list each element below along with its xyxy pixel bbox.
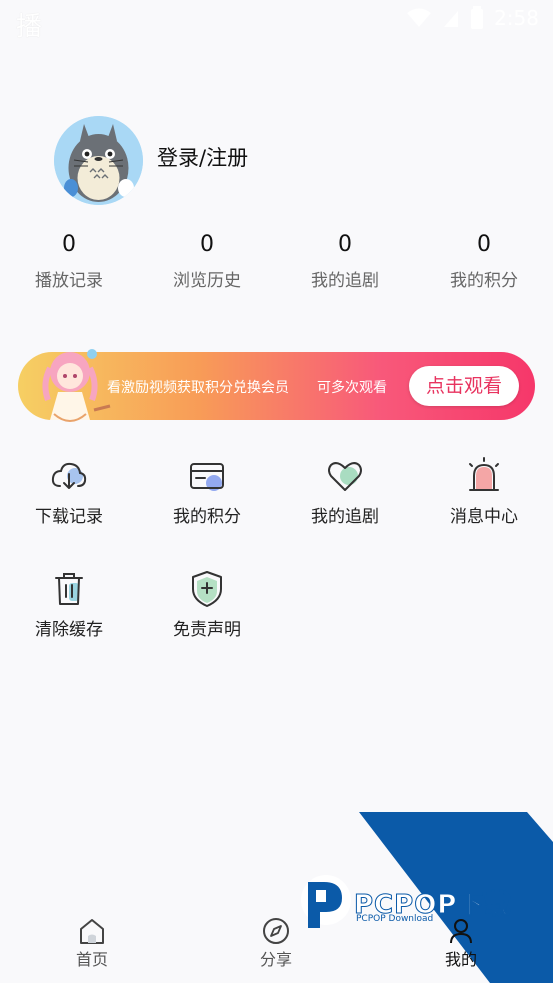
stat-label: 浏览历史 <box>173 271 241 291</box>
nav-mine[interactable]: 我的 <box>416 916 506 970</box>
battery-icon <box>471 6 484 29</box>
alarm-icon <box>469 457 499 491</box>
stat-count: 0 <box>200 232 214 257</box>
shield-plus-icon <box>192 571 222 607</box>
menu-label: 消息中心 <box>450 507 518 527</box>
signal-icon <box>444 11 459 27</box>
stat-points[interactable]: 0 我的积分 <box>424 232 544 292</box>
menu-my-points[interactable]: 我的积分 <box>147 456 267 528</box>
promo-banner[interactable]: 看激励视频获取积分兑换会员 可多次观看 点击观看 <box>18 349 535 422</box>
stat-label: 我的追剧 <box>311 271 379 291</box>
card-icon <box>190 463 224 491</box>
nav-label: 首页 <box>75 950 108 969</box>
menu-label: 免责声明 <box>173 620 241 640</box>
avatar[interactable] <box>54 116 143 205</box>
menu-label: 清除缓存 <box>35 620 103 640</box>
cloud-download-icon <box>51 462 87 489</box>
stat-following[interactable]: 0 我的追剧 <box>285 232 405 292</box>
stat-count: 0 <box>338 232 352 257</box>
promo-sub-text: 可多次观看 <box>317 380 387 396</box>
menu-label: 我的积分 <box>173 507 241 527</box>
stat-label: 播放记录 <box>35 271 103 291</box>
stat-count: 0 <box>477 232 491 257</box>
status-bar: 播 2:58 <box>0 0 553 42</box>
home-icon <box>80 919 104 944</box>
anime-girl-mascot <box>42 349 111 422</box>
wifi-icon <box>407 8 432 27</box>
stat-label: 我的积分 <box>450 271 518 291</box>
menu-label: 下载记录 <box>35 507 103 527</box>
menu-clear-cache[interactable]: 清除缓存 <box>9 569 129 641</box>
stats-row: 0 播放记录 0 浏览历史 0 我的追剧 0 我的积分 <box>0 232 553 302</box>
menu-disclaimer[interactable]: 免责声明 <box>147 569 267 641</box>
compass-icon <box>263 918 289 944</box>
nav-home[interactable]: 首页 <box>47 916 137 970</box>
bottom-navigation: 首页 分享 我的 <box>0 900 553 983</box>
stat-browse-history[interactable]: 0 浏览历史 <box>147 232 267 292</box>
status-time: 2:58 <box>494 6 539 30</box>
profile-icon <box>450 919 472 944</box>
heart-icon <box>328 462 362 491</box>
nav-label: 分享 <box>259 950 292 969</box>
nav-share[interactable]: 分享 <box>231 916 321 970</box>
watch-now-button[interactable]: 点击观看 <box>409 366 519 406</box>
stat-count: 0 <box>62 232 76 257</box>
promo-text: 看激励视频获取积分兑换会员 <box>107 380 289 396</box>
status-icons: 2:58 <box>406 6 539 30</box>
login-register-link[interactable]: 登录/注册 <box>157 142 248 172</box>
totoro-avatar-image <box>54 116 143 205</box>
menu-label: 我的追剧 <box>311 507 379 527</box>
menu-following[interactable]: 我的追剧 <box>285 456 405 528</box>
menu-download-history[interactable]: 下载记录 <box>9 456 129 528</box>
stat-play-history[interactable]: 0 播放记录 <box>9 232 129 292</box>
menu-message-center[interactable]: 消息中心 <box>424 456 544 528</box>
trash-icon <box>55 573 83 605</box>
app-notification-icon: 播 <box>16 12 43 42</box>
nav-label: 我的 <box>444 950 477 969</box>
